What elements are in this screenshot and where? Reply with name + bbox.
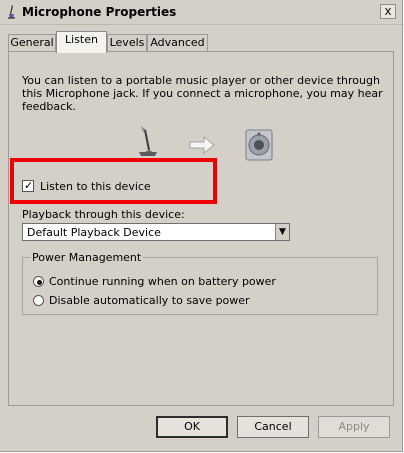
description-line: this Microphone jack. If you connect a m… [22,87,383,100]
radio-selected-dot [37,280,42,285]
playback-device-dropdown[interactable]: Default Playback Device ▼ [22,223,290,241]
properties-window: Microphone Properties x General Listen L… [0,0,403,452]
ok-button[interactable]: OK [156,416,228,438]
listen-checkbox[interactable]: ✓ [22,179,34,192]
description-line: feedback. [22,100,77,113]
radio-continue-running[interactable] [33,276,44,287]
tab-levels[interactable]: Levels [107,34,147,52]
playback-label: Playback through this device: [22,208,185,221]
radio-disable-automatically[interactable] [33,295,44,306]
power-management-label: Power Management [30,251,144,264]
tab-general[interactable]: General [8,34,56,52]
arrow-right-icon [189,135,215,155]
listen-checkbox-label[interactable]: Listen to this device [40,180,151,193]
radio-disable-automatically-label[interactable]: Disable automatically to save power [49,294,250,307]
microphone-icon [139,126,157,156]
description-line: You can listen to a portable music playe… [22,74,380,87]
cancel-button[interactable]: Cancel [237,416,309,438]
apply-button[interactable]: Apply [318,416,390,438]
tab-advanced[interactable]: Advanced [147,34,208,52]
listen-description: You can listen to a portable music playe… [22,74,392,113]
title-bar: Microphone Properties x [0,0,402,25]
microphone-icon [8,5,15,19]
close-button[interactable]: x [380,4,396,19]
playback-device-value: Default Playback Device [27,226,161,239]
tab-listen[interactable]: Listen [56,31,107,53]
chevron-down-icon[interactable]: ▼ [275,224,289,240]
radio-continue-running-label[interactable]: Continue running when on battery power [49,275,276,288]
window-title: Microphone Properties [22,5,177,19]
check-mark-icon: ✓ [24,179,34,192]
speaker-icon [245,129,273,161]
